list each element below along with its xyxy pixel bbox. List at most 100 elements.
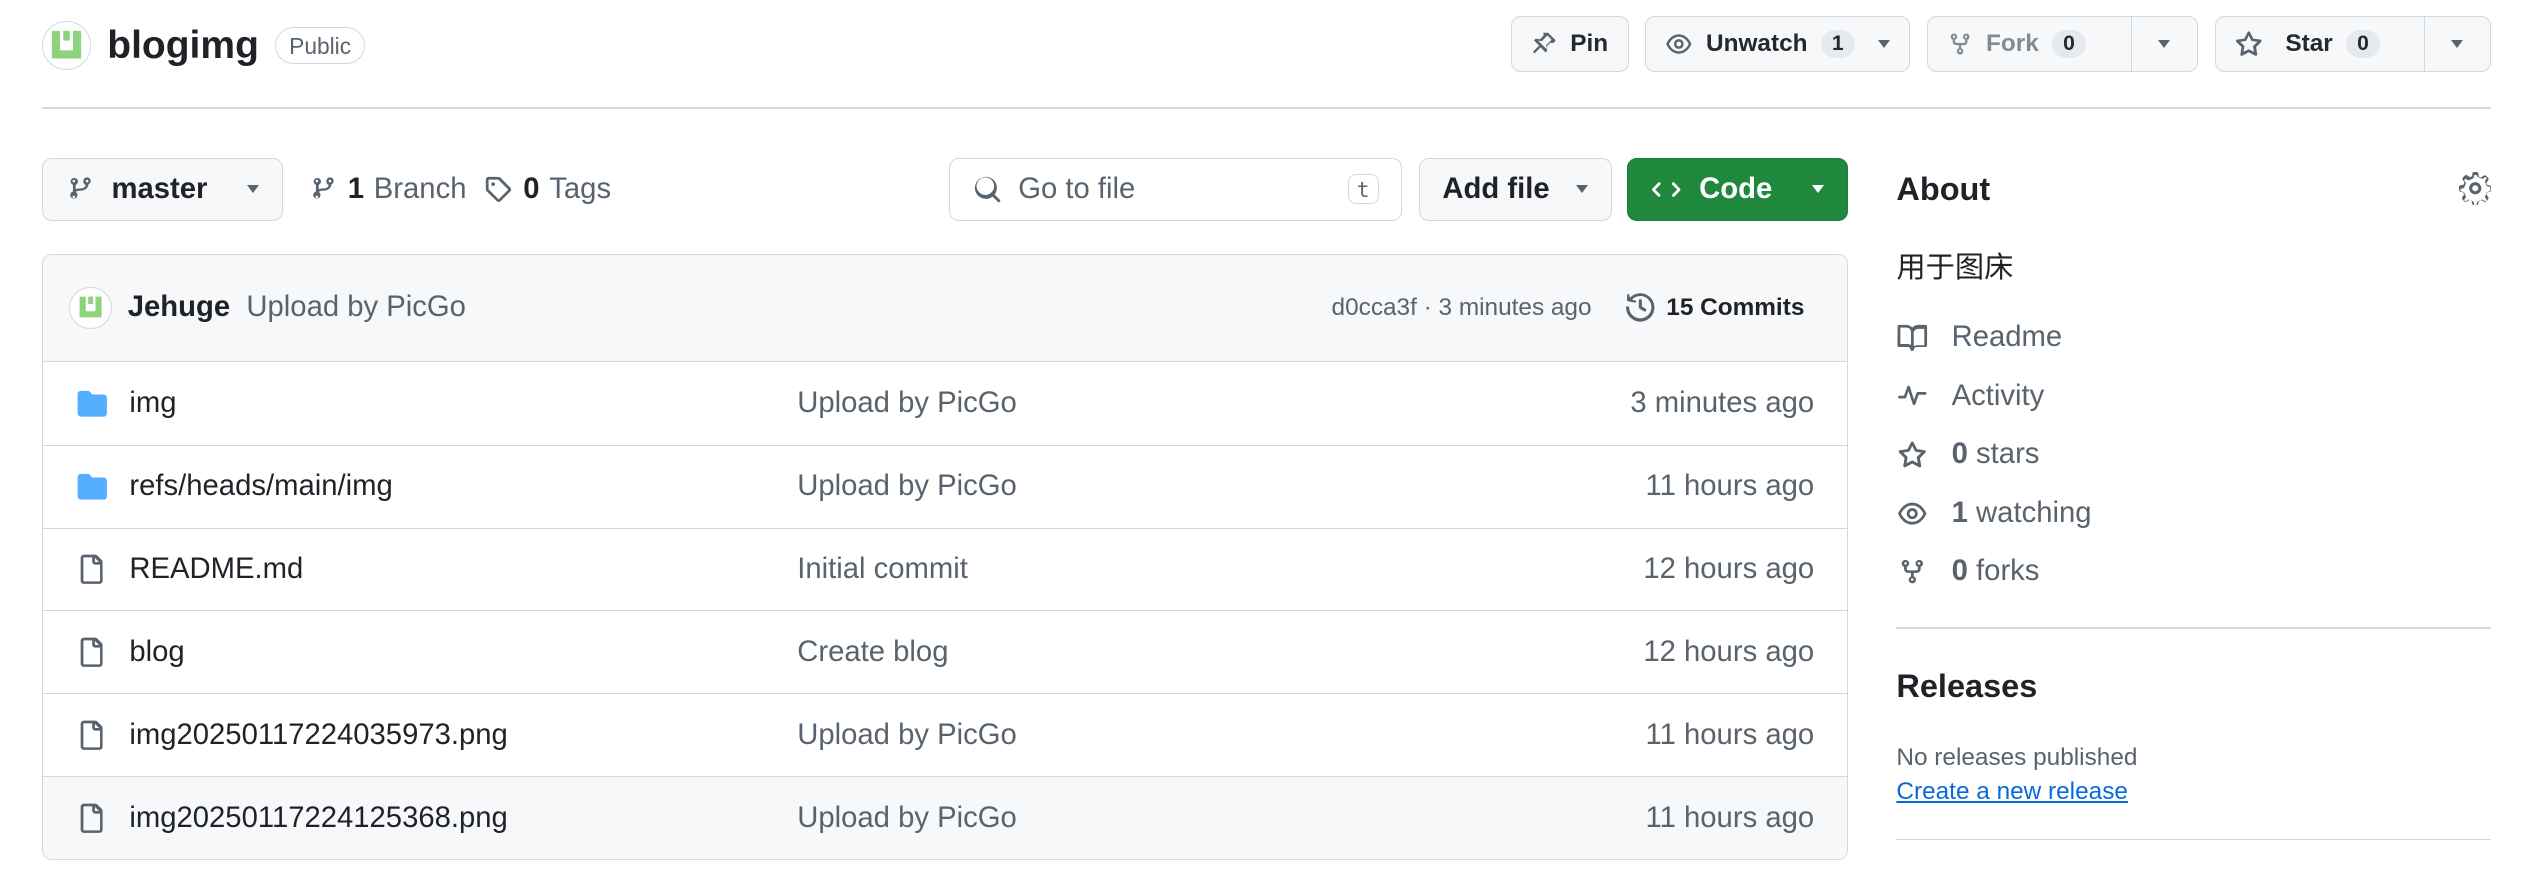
watch-button[interactable]: Unwatch 1 (1644, 16, 1911, 72)
star-icon (2236, 31, 2262, 56)
code-label: Code (1699, 172, 1773, 205)
file-name[interactable]: blog (129, 636, 797, 669)
file-name[interactable]: img (129, 387, 797, 420)
star-count: 0 (2345, 30, 2381, 58)
file-commit-time: 12 hours ago (1643, 552, 1815, 585)
file-commit-time: 12 hours ago (1643, 635, 1815, 668)
branch-icon (312, 177, 334, 199)
chevron-down-icon (1811, 185, 1824, 194)
repo-header: blogimg Public Pin Unwatch 1 Fork 0 Star… (42, 16, 2492, 75)
chevron-down-icon (2451, 39, 2464, 48)
watching-count: 1 (1951, 496, 1968, 529)
about-sidebar: About 用于图床 Readme Activity 0 stars 1 wat… (1896, 158, 2492, 841)
folder-icon (76, 389, 109, 418)
activity-label: Activity (1951, 379, 2045, 412)
chevron-down-icon (1576, 185, 1589, 194)
tags-link[interactable]: 0 Tags (484, 158, 611, 221)
code-button[interactable]: Code (1626, 157, 1848, 221)
commit-message[interactable]: Upload by PicGo (246, 291, 466, 324)
watch-count: 1 (1820, 30, 1855, 58)
activity-link[interactable]: Activity (1896, 367, 2491, 426)
releases-heading[interactable]: Releases (1896, 668, 2491, 705)
file-commit-message[interactable]: Upload by PicGo (797, 470, 1645, 503)
branches-label: Branch (373, 172, 467, 205)
pin-icon (1533, 32, 1556, 54)
sidebar-divider (1896, 838, 2492, 841)
star-dropdown[interactable] (2423, 17, 2491, 71)
eye-icon (1666, 34, 1692, 54)
file-commit-message[interactable]: Upload by PicGo (797, 719, 1645, 752)
stars-count: 0 (1951, 438, 1968, 471)
table-row[interactable]: README.md Initial commit 12 hours ago (43, 527, 1847, 611)
table-row[interactable]: img20250117224035973.png Upload by PicGo 1… (43, 693, 1847, 776)
repo-description: 用于图床 (1896, 251, 2014, 284)
commit-hash-time[interactable]: d0cca3f · 3 minutes ago (1332, 294, 1592, 322)
readme-link[interactable]: Readme (1896, 309, 2491, 368)
gear-icon[interactable] (2458, 172, 2492, 205)
file-commit-message[interactable]: Upload by PicGo (797, 387, 1630, 420)
watching-label: watching (1976, 496, 2092, 529)
branch-icon (70, 177, 91, 199)
commits-link[interactable]: 15 Commits (1624, 291, 1821, 324)
star-icon (1899, 441, 1927, 468)
fork-button[interactable]: Fork 0 (1926, 16, 2199, 72)
table-row[interactable]: refs/heads/main/img Upload by PicGo 11 hou… (43, 444, 1847, 528)
pin-button[interactable]: Pin (1510, 16, 1629, 72)
fork-label: Fork (1986, 29, 2039, 57)
pin-label: Pin (1570, 29, 1609, 57)
file-name[interactable]: img20250117224125368.png (129, 802, 797, 835)
go-to-file-input[interactable]: Go to file t (949, 157, 1403, 221)
pulse-icon (1898, 385, 1927, 405)
table-row[interactable]: img20250117224125368.png Upload by PicGo 1… (43, 776, 1847, 859)
sidebar-divider (1896, 627, 2492, 629)
visibility-badge: Public (275, 26, 366, 65)
file-name[interactable]: refs/heads/main/img (129, 470, 797, 503)
stars-label: stars (1976, 438, 2040, 471)
go-to-file-placeholder: Go to file (1018, 172, 1136, 205)
add-file-button[interactable]: Add file (1418, 157, 1612, 221)
star-button[interactable]: Star 0 (2214, 16, 2492, 72)
stars-link[interactable]: 0 stars (1896, 426, 2491, 485)
about-heading: About (1896, 170, 1991, 207)
tags-count: 0 (523, 172, 540, 205)
readme-label: Readme (1951, 321, 2063, 354)
file-commit-message[interactable]: Upload by PicGo (797, 802, 1645, 835)
forks-link[interactable]: 0 forks (1896, 543, 2491, 602)
fork-icon (1950, 33, 1970, 55)
search-icon (974, 176, 1001, 202)
eye-icon (1898, 502, 1927, 525)
commit-author[interactable]: Jehuge (128, 291, 230, 324)
commits-count: 15 Commits (1666, 293, 1805, 321)
file-commit-time: 3 minutes ago (1630, 386, 1815, 419)
file-name[interactable]: img20250117224035973.png (129, 719, 797, 752)
file-commit-time: 11 hours ago (1645, 470, 1815, 503)
unwatch-label: Unwatch (1705, 29, 1808, 57)
repo-name[interactable]: blogimg (107, 24, 259, 68)
forks-label: forks (1976, 555, 2040, 588)
file-name[interactable]: README.md (129, 553, 797, 586)
add-file-label: Add file (1442, 172, 1550, 205)
create-release-link[interactable]: Create a new release (1896, 778, 2128, 806)
file-icon (76, 636, 109, 669)
fork-dropdown[interactable] (2130, 17, 2198, 71)
fork-icon (1902, 559, 1924, 584)
file-commit-time: 11 hours ago (1645, 718, 1815, 751)
author-avatar[interactable] (69, 286, 112, 329)
table-row[interactable]: blog Create blog 12 hours ago (43, 610, 1847, 693)
star-label: Star (2285, 29, 2333, 57)
chevron-down-icon (2158, 39, 2171, 48)
branch-select[interactable]: master (42, 157, 283, 221)
history-icon (1626, 293, 1655, 323)
file-commit-time: 11 hours ago (1645, 801, 1815, 834)
book-icon (1897, 324, 1928, 351)
branches-link[interactable]: 1 Branch (309, 158, 467, 221)
file-commit-message[interactable]: Create blog (797, 636, 1643, 669)
watching-link[interactable]: 1 watching (1896, 484, 2491, 543)
owner-avatar[interactable] (42, 21, 91, 70)
file-commit-message[interactable]: Initial commit (797, 553, 1643, 586)
file-table: Jehuge Upload by PicGo d0cca3f · 3 minut… (42, 253, 1848, 860)
tag-icon (486, 176, 512, 202)
file-icon (76, 719, 109, 752)
identicon-icon (52, 30, 82, 59)
table-row[interactable]: img Upload by PicGo 3 minutes ago (43, 362, 1846, 445)
